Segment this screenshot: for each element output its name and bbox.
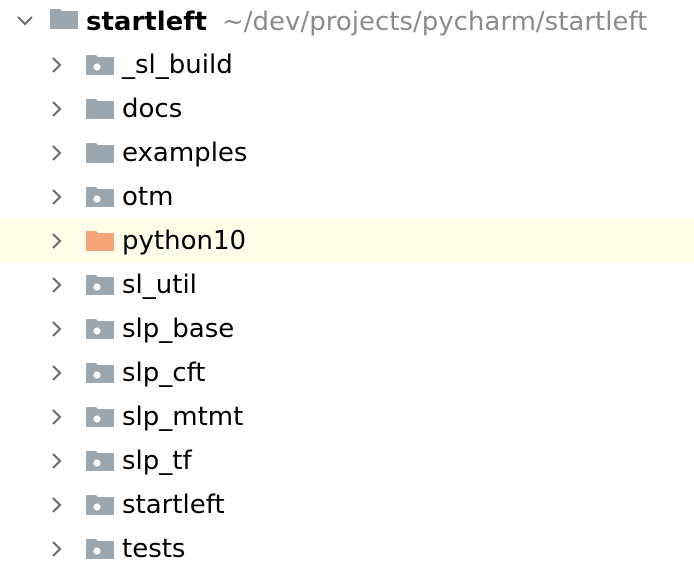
tree-item-slp-mtmt[interactable]: slp_mtmt [0,395,694,439]
tree-item-label: examples [122,138,248,168]
tree-item-examples[interactable]: examples [0,131,694,175]
chevron-right-icon[interactable] [46,450,68,472]
package-folder-icon [86,319,114,339]
tree-item-slp-base[interactable]: slp_base [0,307,694,351]
tree-item-label: slp_mtmt [122,402,244,432]
tree-item-label: sl_util [122,270,197,300]
tree-root-row[interactable]: startleft ~/dev/projects/pycharm/startle… [0,0,694,44]
tree-item-label: tests [122,534,186,564]
chevron-right-icon[interactable] [46,274,68,296]
chevron-down-icon[interactable] [14,10,36,32]
chevron-right-icon[interactable] [46,54,68,76]
tree-item-label: python10 [122,226,247,256]
package-folder-icon [86,451,114,471]
tree-item-label: slp_cft [122,358,206,388]
chevron-right-icon[interactable] [46,230,68,252]
tree-item-label: _sl_build [122,50,233,80]
chevron-right-icon[interactable] [46,318,68,340]
folder-icon [86,99,114,119]
tree-item-sl-util[interactable]: sl_util [0,263,694,307]
chevron-right-icon[interactable] [46,186,68,208]
package-folder-icon [86,363,114,383]
tree-item-label: otm [122,182,174,212]
tree-item-label: docs [122,94,183,124]
package-folder-icon [86,407,114,427]
tree-item-label: startleft [122,490,225,520]
tree-item-slp-cft[interactable]: slp_cft [0,351,694,395]
tree-item-sl-build[interactable]: _sl_build [0,43,694,87]
chevron-right-icon[interactable] [46,494,68,516]
tree-item-startleft[interactable]: startleft [0,483,694,527]
project-tree: startleft ~/dev/projects/pycharm/startle… [0,0,694,568]
tree-item-label: slp_base [122,314,235,344]
package-folder-icon [86,539,114,559]
tree-item-docs[interactable]: docs [0,87,694,131]
root-folder-name: startleft [86,7,207,37]
package-folder-icon [86,55,114,75]
package-folder-icon [86,495,114,515]
tree-item-tests[interactable]: tests [0,527,694,571]
root-folder-path: ~/dev/projects/pycharm/startleft [222,7,648,37]
tree-item-otm[interactable]: otm [0,175,694,219]
chevron-right-icon[interactable] [46,362,68,384]
package-folder-icon [86,187,114,207]
chevron-right-icon[interactable] [46,142,68,164]
tree-item-label: slp_tf [122,446,192,476]
chevron-right-icon[interactable] [46,98,68,120]
chevron-right-icon[interactable] [46,538,68,560]
folder-icon [50,9,78,29]
folder-icon [86,143,114,163]
package-folder-icon [86,275,114,295]
tree-item-python10[interactable]: python10 [0,219,694,263]
chevron-right-icon[interactable] [46,406,68,428]
tree-item-slp-tf[interactable]: slp_tf [0,439,694,483]
excluded-folder-icon [86,231,114,251]
